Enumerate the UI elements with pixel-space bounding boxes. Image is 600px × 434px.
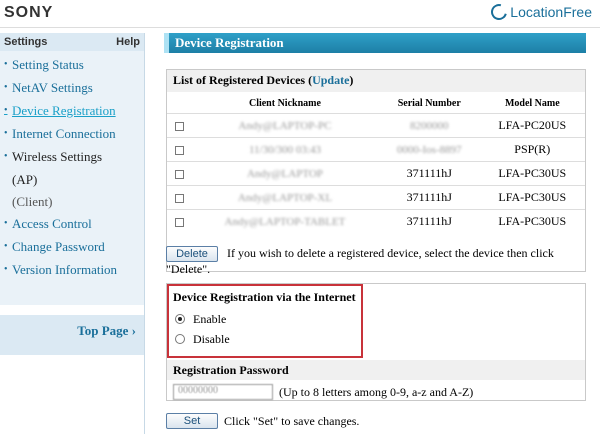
bullet-icon: • [4,105,8,116]
update-link[interactable]: Update [312,73,349,87]
registered-devices-title: List of Registered Devices [173,73,306,87]
column-header-model: Model Name [504,98,560,109]
table-row: Andy@LAPTOP-TABLET 371111hJ LFA-PC30US [167,209,585,234]
sidebar-item-device-registration[interactable]: • Device Registration [0,101,144,124]
registered-devices-panel: List of Registered Devices (Update) Clie… [166,69,586,272]
sidebar-item-internet-connection[interactable]: • Internet Connection [0,124,144,147]
delete-hint: If you wish to delete a registered devic… [166,246,554,276]
device-checkbox[interactable] [174,145,184,155]
select-column-header [167,92,191,114]
bullet-icon: • [4,218,8,229]
main-content: Device Registration List of Registered D… [164,33,586,429]
column-header-serial: Serial Number [397,98,461,109]
device-nickname: Andy@LAPTOP-PC [191,113,379,138]
bullet-icon: • [4,59,8,70]
help-link[interactable]: Help [116,36,140,48]
sidebar-item-setting-status[interactable]: • Setting Status [0,55,144,78]
device-serial: 8200000 [378,113,480,138]
bullet-icon: • [4,264,8,275]
sidebar-menu: • Setting Status • NetAV Settings • Device … [0,51,144,305]
product-name: LocationFree [510,4,592,20]
sidebar-item-version-information[interactable]: • Version Information [0,260,144,283]
page-title: Device Registration [164,33,586,53]
registration-password-input[interactable]: 00000000 [173,384,273,400]
sidebar-title: Settings [4,36,48,48]
device-nickname: 11/30/300 03:43 [191,137,379,162]
sidebar: Settings Help • Setting Status • NetAV Set… [0,33,145,434]
internet-registration-panel: Device Registration via the Internet Ena… [166,283,586,401]
devices-table: Client Nickname Serial Number Model Name… [167,92,585,234]
device-checkbox[interactable] [174,169,184,179]
set-button[interactable]: Set [166,413,218,429]
locationfree-logo: LocationFree [488,1,592,23]
highlight-box [167,284,363,358]
sidebar-item-wireless-ap[interactable]: (AP) [0,170,144,192]
arrow-right-icon: › [131,323,136,338]
registered-devices-header: List of Registered Devices (Update) [167,70,585,92]
registration-password-row: 00000000 (Up to 8 letters among 0-9, a-z… [173,384,473,400]
device-checkbox[interactable] [174,218,184,227]
top-page-link[interactable]: Top Page › [0,315,144,355]
bullet-icon: • [4,128,8,139]
sidebar-item-change-password[interactable]: • Change Password [0,237,144,260]
device-checkbox[interactable] [174,193,184,203]
delete-button[interactable]: Delete [166,246,218,262]
device-nickname: Andy@LAPTOP [191,161,379,186]
sidebar-item-netav-settings[interactable]: • NetAV Settings [0,78,144,101]
device-serial: 371111hJ [378,185,480,210]
device-serial: 371111hJ [378,209,480,234]
device-serial: 371111hJ [378,161,480,186]
device-serial: 0000-Ios-8897 [378,137,480,162]
column-header-nickname: Client Nickname [248,98,321,109]
table-row: Andy@LAPTOP-PC 8200000 LFA-PC20US [167,113,585,138]
device-nickname: Andy@LAPTOP-XL [191,185,379,210]
header: SONY LocationFree [0,0,600,28]
locationfree-icon [488,1,511,23]
sidebar-item-access-control[interactable]: • Access Control [0,214,144,237]
device-model: LFA-PC30US [479,185,585,210]
device-model: LFA-PC30US [479,161,585,186]
device-model: PSP(R) [479,137,585,162]
sony-logo: SONY [4,4,54,21]
device-checkbox[interactable] [174,121,184,131]
delete-row: Delete If you wish to delete a registere… [166,246,586,277]
device-model: LFA-PC20US [479,113,585,138]
device-nickname: Andy@LAPTOP-TABLET [191,209,379,234]
registration-password-title: Registration Password [167,360,585,380]
bullet-icon: • [4,82,8,93]
device-model: LFA-PC30US [479,209,585,234]
sidebar-header: Settings Help [0,33,144,51]
set-hint: Click "Set" to save changes. [224,413,360,428]
sidebar-item-wireless-settings: • Wireless Settings [0,147,144,170]
sidebar-item-wireless-client[interactable]: (Client) [0,192,144,214]
bullet-icon: • [4,151,8,162]
table-row: Andy@LAPTOP-XL 371111hJ LFA-PC30US [167,185,585,210]
set-row: Set Click "Set" to save changes. [166,413,359,429]
table-row: 11/30/300 03:43 0000-Ios-8897 PSP(R) [167,137,585,162]
table-row: Andy@LAPTOP 371111hJ LFA-PC30US [167,161,585,186]
registration-password-hint: (Up to 8 letters among 0-9, a-z and A-Z) [279,384,474,399]
bullet-icon: • [4,241,8,252]
